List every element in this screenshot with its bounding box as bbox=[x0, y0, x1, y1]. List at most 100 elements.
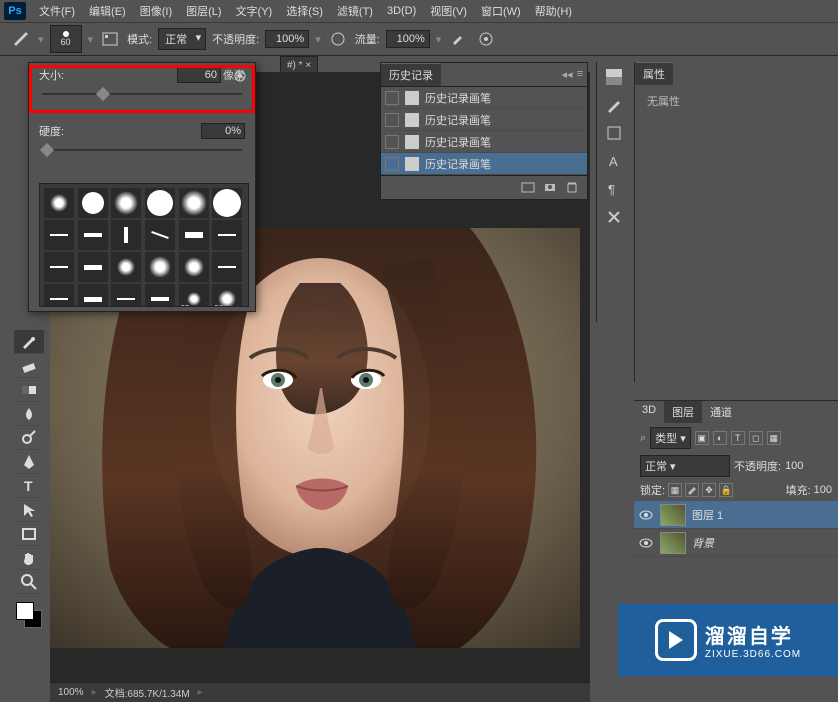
tab-3d[interactable]: 3D bbox=[634, 401, 664, 423]
history-source-checkbox[interactable] bbox=[385, 135, 399, 149]
zoom-tool[interactable] bbox=[14, 570, 44, 594]
properties-tab[interactable]: 属性 bbox=[635, 62, 673, 85]
brush-preset[interactable] bbox=[145, 252, 175, 282]
brush-preset[interactable] bbox=[145, 284, 175, 307]
rectangle-tool[interactable] bbox=[14, 522, 44, 546]
filter-adjust-icon[interactable]: ◐ bbox=[713, 431, 727, 445]
brush-preset[interactable] bbox=[44, 252, 74, 282]
history-tab[interactable]: 历史记录 bbox=[381, 63, 441, 86]
brush-preset[interactable] bbox=[78, 188, 108, 218]
brush-preset[interactable] bbox=[212, 252, 242, 282]
history-step[interactable]: 历史记录画笔 bbox=[381, 153, 587, 175]
lock-position-icon[interactable]: ✥ bbox=[702, 483, 716, 497]
brush-preset-grid[interactable]: 25 50 bbox=[39, 183, 249, 307]
tools-panel-icon[interactable] bbox=[601, 206, 627, 228]
menu-type[interactable]: 文字(Y) bbox=[229, 1, 280, 21]
foreground-color[interactable] bbox=[16, 602, 34, 620]
menu-select[interactable]: 选择(S) bbox=[279, 1, 330, 21]
layer-row[interactable]: 图层 1 bbox=[634, 501, 838, 529]
blur-tool[interactable] bbox=[14, 402, 44, 426]
history-source-checkbox[interactable] bbox=[385, 91, 399, 105]
pressure-opacity-icon[interactable] bbox=[327, 28, 349, 50]
filter-smart-icon[interactable]: ▦ bbox=[767, 431, 781, 445]
layer-filter-select[interactable]: 类型 ▾ bbox=[650, 427, 691, 449]
history-step[interactable]: 历史记录画笔 bbox=[381, 109, 587, 131]
brush-preset[interactable] bbox=[179, 188, 209, 218]
brush-panel-toggle-icon[interactable] bbox=[99, 28, 121, 50]
layer-thumbnail[interactable] bbox=[660, 532, 686, 554]
brush-preset[interactable] bbox=[179, 252, 209, 282]
menu-filter[interactable]: 滤镜(T) bbox=[330, 1, 380, 21]
snapshot-from-state-icon[interactable] bbox=[521, 180, 535, 195]
tab-channels[interactable]: 通道 bbox=[702, 401, 740, 423]
history-source-checkbox[interactable] bbox=[385, 113, 399, 127]
brush-preset[interactable] bbox=[78, 284, 108, 307]
hand-tool[interactable] bbox=[14, 546, 44, 570]
swatches-panel-icon[interactable] bbox=[601, 66, 627, 88]
layer-thumbnail[interactable] bbox=[660, 504, 686, 526]
filter-type-icon[interactable]: T bbox=[731, 431, 745, 445]
layer-name[interactable]: 图层 1 bbox=[692, 507, 723, 523]
pressure-size-icon[interactable] bbox=[475, 28, 497, 50]
brush-preset-picker[interactable]: 60 bbox=[50, 25, 82, 53]
history-brush-tool[interactable] bbox=[14, 330, 44, 354]
brush-preset[interactable] bbox=[111, 252, 141, 282]
styles-panel-icon[interactable]: A bbox=[601, 150, 627, 172]
layer-row[interactable]: 背景 bbox=[634, 529, 838, 557]
menu-help[interactable]: 帮助(H) bbox=[528, 1, 579, 21]
filter-shape-icon[interactable]: ◻ bbox=[749, 431, 763, 445]
menu-view[interactable]: 视图(V) bbox=[423, 1, 474, 21]
history-step[interactable]: 历史记录画笔 bbox=[381, 87, 587, 109]
brush-presets-panel-icon[interactable] bbox=[601, 122, 627, 144]
search-icon[interactable]: ⌕ bbox=[640, 432, 646, 445]
menu-file[interactable]: 文件(F) bbox=[32, 1, 82, 21]
doc-size[interactable]: 文档:685.7K/1.34M bbox=[105, 685, 190, 700]
size-slider[interactable] bbox=[42, 87, 242, 101]
brushes-panel-icon[interactable] bbox=[601, 94, 627, 116]
brush-preset[interactable] bbox=[111, 188, 141, 218]
size-input[interactable]: 60 bbox=[177, 67, 221, 83]
brush-preset[interactable] bbox=[212, 220, 242, 250]
gradient-tool[interactable] bbox=[14, 378, 44, 402]
menu-layer[interactable]: 图层(L) bbox=[179, 1, 228, 21]
dodge-tool[interactable] bbox=[14, 426, 44, 450]
gear-icon[interactable] bbox=[233, 69, 247, 83]
flow-input[interactable]: 100% bbox=[386, 30, 430, 48]
zoom-level[interactable]: 100% bbox=[58, 687, 84, 698]
paragraph-panel-icon[interactable]: ¶ bbox=[601, 178, 627, 200]
pen-tool[interactable] bbox=[14, 450, 44, 474]
visibility-toggle-icon[interactable] bbox=[638, 507, 654, 523]
lock-all-icon[interactable]: 🔒 bbox=[719, 483, 733, 497]
hardness-slider[interactable] bbox=[42, 143, 242, 157]
history-source-checkbox[interactable] bbox=[385, 157, 399, 171]
brush-preset[interactable]: 50 bbox=[212, 284, 242, 307]
delete-state-icon[interactable] bbox=[565, 180, 579, 195]
blend-mode-select[interactable]: 正常 ▾ bbox=[158, 28, 206, 50]
brush-preset[interactable] bbox=[78, 252, 108, 282]
menu-3d[interactable]: 3D(D) bbox=[380, 3, 423, 19]
brush-preset[interactable] bbox=[212, 188, 242, 218]
hardness-input[interactable]: 0% bbox=[201, 123, 245, 139]
fill-value[interactable]: 100 bbox=[814, 484, 832, 496]
panel-menu-icon[interactable]: ≡ bbox=[577, 68, 583, 81]
lock-pixels-icon[interactable] bbox=[685, 483, 699, 497]
visibility-toggle-icon[interactable] bbox=[638, 535, 654, 551]
layer-opacity-value[interactable]: 100 bbox=[785, 460, 803, 472]
layer-name[interactable]: 背景 bbox=[692, 535, 714, 551]
brush-preset[interactable] bbox=[179, 220, 209, 250]
brush-preset[interactable]: 25 bbox=[179, 284, 209, 307]
layer-blend-mode-select[interactable]: 正常 ▾ bbox=[640, 455, 730, 477]
brush-preset[interactable] bbox=[44, 188, 74, 218]
airbrush-icon[interactable] bbox=[447, 28, 469, 50]
tool-preset-icon[interactable] bbox=[10, 28, 32, 50]
brush-preset[interactable] bbox=[44, 220, 74, 250]
type-tool[interactable]: T bbox=[14, 474, 44, 498]
tab-layers[interactable]: 图层 bbox=[664, 401, 702, 423]
collapse-icon[interactable]: ◂◂ bbox=[562, 68, 573, 81]
brush-preset[interactable] bbox=[111, 284, 141, 307]
opacity-input[interactable]: 100% bbox=[265, 30, 309, 48]
menu-image[interactable]: 图像(I) bbox=[133, 1, 179, 21]
brush-preset[interactable] bbox=[145, 188, 175, 218]
new-snapshot-icon[interactable] bbox=[543, 180, 557, 195]
eraser-tool[interactable] bbox=[14, 354, 44, 378]
